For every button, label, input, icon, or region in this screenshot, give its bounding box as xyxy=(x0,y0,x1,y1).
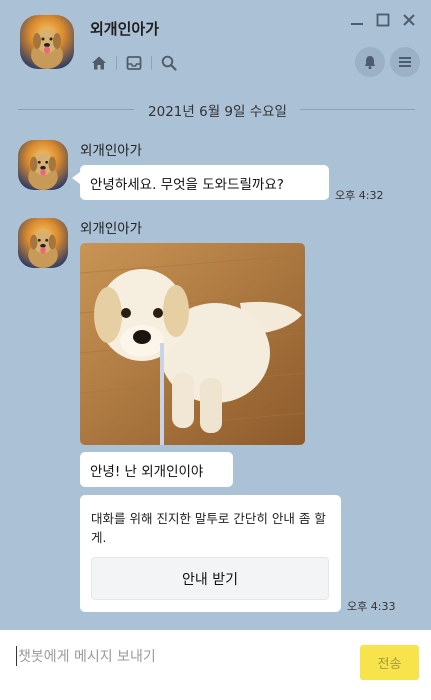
menu-button[interactable] xyxy=(390,47,420,77)
message-bubble: 안녕하세요. 무엇을 도와드릴까요? xyxy=(80,165,329,200)
send-button[interactable]: 전송 xyxy=(360,645,419,680)
message-time: 오후 4:33 xyxy=(347,600,396,613)
sender-name: 외개인아가 xyxy=(80,143,143,159)
message-bubble: 안녕! 난 외개인이야 xyxy=(80,452,233,487)
close-icon[interactable] xyxy=(401,12,417,28)
sender-name: 외개인아가 xyxy=(80,221,143,237)
guide-button[interactable]: 안내 받기 xyxy=(91,557,329,600)
header-divider xyxy=(116,56,117,70)
text-caret xyxy=(16,646,17,666)
bubble-tail xyxy=(72,172,80,184)
puppy-photo[interactable] xyxy=(80,243,305,445)
maximize-icon[interactable] xyxy=(375,12,391,28)
message-input[interactable]: 챗봇에게 메시지 보내기 xyxy=(18,646,156,666)
header-divider xyxy=(151,56,152,70)
inbox-icon[interactable] xyxy=(125,54,143,72)
bot-avatar[interactable] xyxy=(18,140,68,190)
bot-avatar[interactable] xyxy=(18,218,68,268)
minimize-icon[interactable] xyxy=(349,12,365,28)
date-divider-line xyxy=(300,109,415,110)
message-time: 오후 4:32 xyxy=(335,189,384,202)
home-icon[interactable] xyxy=(90,54,108,72)
menu-icon xyxy=(399,57,411,67)
bell-icon xyxy=(364,56,376,70)
date-divider: 2021년 6월 9일 수요일 xyxy=(148,104,287,120)
bot-avatar[interactable] xyxy=(20,15,74,69)
notification-button[interactable] xyxy=(355,47,385,77)
chat-title: 외개인아가 xyxy=(90,20,160,38)
search-icon[interactable] xyxy=(160,54,178,72)
guide-card-text: 대화를 위해 진지한 말투로 간단히 안내 좀 할게. xyxy=(91,511,326,545)
date-divider-line xyxy=(18,109,134,110)
